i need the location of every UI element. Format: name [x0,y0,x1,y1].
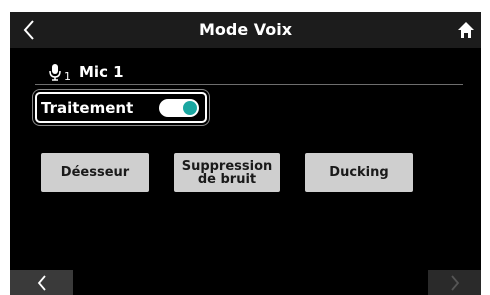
voice-mode-screen: Mode Voix 1 Mic 1 Traitement Déesseur Su… [10,12,481,295]
page-next-button[interactable] [428,270,481,295]
chevron-left-icon [23,20,34,40]
processing-toggle[interactable] [159,98,199,117]
home-icon [458,22,474,38]
ducking-label: Ducking [329,165,389,180]
toggle-knob [183,100,197,115]
page-prev-button[interactable] [10,270,73,295]
chevron-right-icon [450,274,459,291]
header-bar: Mode Voix [10,12,481,48]
home-button[interactable] [453,17,479,43]
deesser-label: Déesseur [60,165,130,180]
back-button[interactable] [14,15,44,45]
channel-name: Mic 1 [79,63,124,81]
ducking-button[interactable]: Ducking [305,153,413,192]
divider [35,84,463,85]
channel-header: 1 Mic 1 [48,60,462,84]
processing-label: Traitement [41,98,134,117]
page-title: Mode Voix [198,20,293,39]
chevron-left-icon [37,274,46,291]
processing-toggle-row[interactable]: Traitement [35,92,207,123]
deesser-button[interactable]: Déesseur [41,153,149,192]
noise-suppression-button[interactable]: Suppression de bruit [174,153,280,192]
noise-suppression-label-line2: de bruit [197,171,257,187]
channel-number: 1 [64,69,71,83]
microphone-icon [49,64,61,81]
noise-suppression-label-line1: Suppression [181,158,273,174]
